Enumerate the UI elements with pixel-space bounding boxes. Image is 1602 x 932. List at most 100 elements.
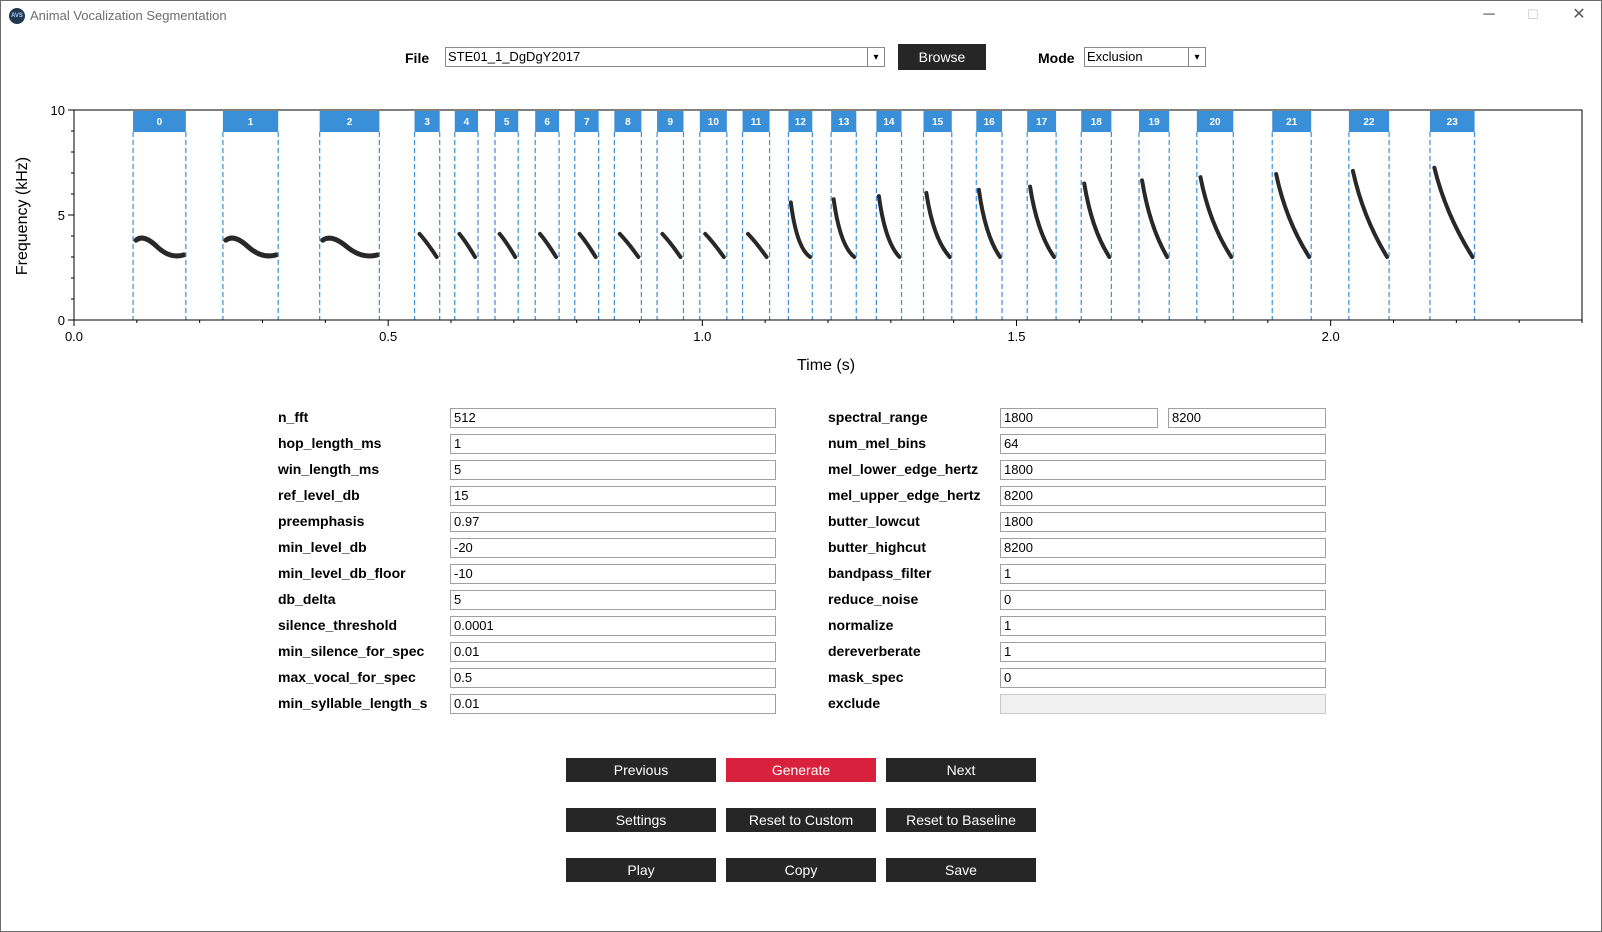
chevron-down-icon[interactable]: ▾ (867, 48, 884, 66)
param-input-mel-lower-edge-hertz[interactable]: 1800 (1000, 460, 1326, 480)
param-label-min-level-db-floor: min_level_db_floor (278, 565, 406, 581)
segment-label: 19 (1149, 117, 1161, 128)
generate-button[interactable]: Generate (726, 758, 876, 782)
param-label-spectral-range: spectral_range (828, 409, 928, 425)
close-button[interactable]: ✕ (1556, 0, 1602, 32)
segment-label: 6 (544, 117, 550, 128)
vocalization-trace (1274, 172, 1312, 259)
file-select[interactable]: STE01_1_DgDgY2017 ▾ (445, 47, 885, 67)
param-input-exclude[interactable] (1000, 694, 1326, 714)
param-input-min-syllable-length-s[interactable]: 0.01 (450, 694, 776, 714)
param-input-db-delta[interactable]: 5 (450, 590, 776, 610)
vocalization-trace (417, 231, 439, 259)
vocalization-trace (1198, 175, 1234, 259)
segment-label: 8 (625, 117, 631, 128)
spectrogram-chart: 0 1 2 3 4 5 6 7 8 9 10 11 12 13 14 15 16 17 18 19 20 21 22 23 0… (14, 103, 1583, 374)
vocalization-trace (976, 187, 1003, 259)
y-tick-label: 0 (58, 313, 65, 328)
reset-to-custom-button[interactable]: Reset to Custom (726, 808, 876, 832)
x-tick-label: 1.0 (693, 329, 711, 344)
settings-button[interactable]: Settings (566, 808, 716, 832)
param-input-ref-level-db[interactable]: 15 (450, 486, 776, 506)
param-input-reduce-noise[interactable]: 0 (1000, 590, 1326, 610)
param-label-min-silence-for-spec: min_silence_for_spec (278, 643, 425, 659)
param-label-min-syllable-length-s: min_syllable_length_s (278, 695, 428, 711)
previous-button[interactable]: Previous (566, 758, 716, 782)
mode-label: Mode (1038, 50, 1075, 66)
x-tick-label: 0.5 (379, 329, 397, 344)
vocalization-trace (1140, 178, 1170, 259)
param-label-preemphasis: preemphasis (278, 513, 365, 529)
segment-markers: 0 1 2 3 4 5 6 7 8 9 10 11 12 13 14 15 16 17 18 19 20 21 22 23 (132, 111, 1476, 320)
param-label-max-vocal-for-spec: max_vocal_for_spec (278, 669, 416, 685)
vocalization-trace (788, 200, 813, 259)
minimize-button[interactable]: ─ (1466, 0, 1512, 32)
param-input-dereverberate[interactable]: 1 (1000, 642, 1326, 662)
segment-label: 16 (984, 117, 996, 128)
vocalization-trace (133, 235, 187, 259)
minimize-icon: ─ (1483, 6, 1495, 23)
copy-button[interactable]: Copy (726, 858, 876, 882)
param-label-ref-level-db: ref_level_db (278, 487, 360, 503)
param-input-n-fft[interactable]: 512 (450, 408, 776, 428)
param-input-butter-lowcut[interactable]: 1800 (1000, 512, 1326, 532)
vocalization-trace (1350, 168, 1390, 259)
param-label-exclude: exclude (828, 695, 881, 711)
param-input-mel-upper-edge-hertz[interactable]: 8200 (1000, 486, 1326, 506)
vocalization-trace (876, 194, 902, 259)
segment-label: 23 (1447, 117, 1459, 128)
chevron-down-icon[interactable]: ▾ (1188, 48, 1205, 66)
param-input-bandpass-filter[interactable]: 1 (1000, 564, 1326, 584)
segment-label: 2 (347, 117, 353, 128)
x-tick-label: 1.5 (1007, 329, 1025, 344)
param-label-butter-lowcut: butter_lowcut (828, 513, 920, 529)
segment-label: 0 (157, 117, 163, 128)
segment-label: 9 (668, 117, 674, 128)
x-tick-label: 2.0 (1322, 329, 1340, 344)
param-label-hop-length-ms: hop_length_ms (278, 435, 382, 451)
param-input-min-level-db[interactable]: -20 (450, 538, 776, 558)
vocalization-trace (924, 190, 952, 259)
param-input-spectral-range[interactable]: 1800 (1000, 408, 1158, 428)
segment-label: 17 (1036, 117, 1048, 128)
reset-to-baseline-button[interactable]: Reset to Baseline (886, 808, 1036, 832)
param-label-mel-upper-edge-hertz: mel_upper_edge_hertz (828, 487, 981, 503)
param-label-mask-spec: mask_spec (828, 669, 904, 685)
file-select-value: STE01_1_DgDgY2017 (448, 49, 581, 64)
x-axis-label: Time (s) (797, 357, 855, 374)
param-label-dereverberate: dereverberate (828, 643, 921, 659)
segment-label: 11 (751, 117, 762, 128)
param-input-hop-length-ms[interactable]: 1 (450, 434, 776, 454)
vocalization-trace (1028, 184, 1057, 259)
param-input-normalize[interactable]: 1 (1000, 616, 1326, 636)
param-input-num-mel-bins[interactable]: 64 (1000, 434, 1326, 454)
window-title: Animal Vocalization Segmentation (30, 8, 227, 23)
param-input-min-level-db-floor[interactable]: -10 (450, 564, 776, 584)
param-input-mask-spec[interactable]: 0 (1000, 668, 1326, 688)
next-button[interactable]: Next (886, 758, 1036, 782)
param-label-db-delta: db_delta (278, 591, 336, 607)
param-input-min-silence-for-spec[interactable]: 0.01 (450, 642, 776, 662)
save-button[interactable]: Save (886, 858, 1036, 882)
browse-button[interactable]: Browse (898, 44, 986, 70)
y-axis-label: Frequency (kHz) (14, 157, 31, 275)
vocalization-trace (831, 197, 857, 259)
param-input-max-vocal-for-spec[interactable]: 0.5 (450, 668, 776, 688)
param-input-win-length-ms[interactable]: 5 (450, 460, 776, 480)
segment-label: 7 (584, 117, 590, 128)
param-input-silence-threshold[interactable]: 0.0001 (450, 616, 776, 636)
param-label-butter-highcut: butter_highcut (828, 539, 926, 555)
maximize-button[interactable]: ☐ (1510, 0, 1556, 32)
param-label-n-fft: n_fft (278, 409, 309, 425)
vocalization-trace (1432, 165, 1475, 259)
param-input-preemphasis[interactable]: 0.97 (450, 512, 776, 532)
param-input-butter-highcut[interactable]: 8200 (1000, 538, 1326, 558)
param-input-spectral-range-upper[interactable]: 8200 (1168, 408, 1326, 428)
segment-label: 1 (248, 117, 254, 128)
play-button[interactable]: Play (566, 858, 716, 882)
mode-select[interactable]: Exclusion ▾ (1084, 47, 1206, 67)
segment-label: 22 (1363, 117, 1375, 128)
chart-axes: 0.0 0.5 1.0 1.5 2.00510 (51, 103, 1583, 344)
param-label-normalize: normalize (828, 617, 894, 633)
vocalization-trace (223, 235, 279, 259)
